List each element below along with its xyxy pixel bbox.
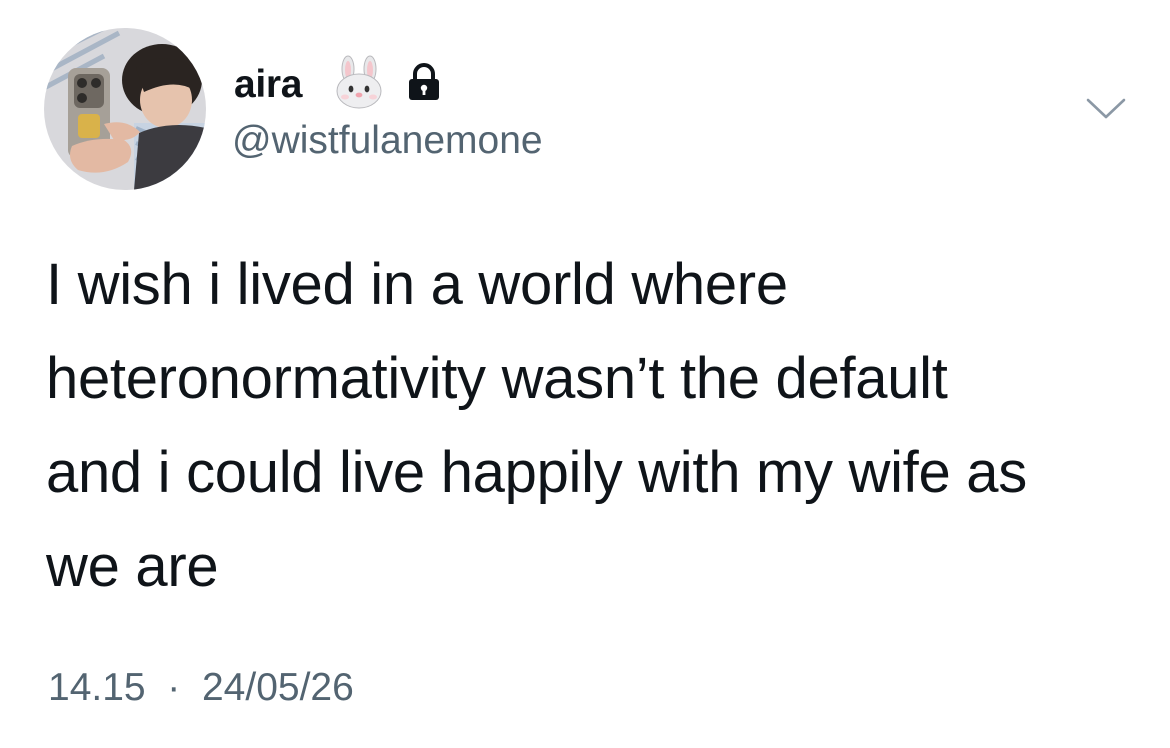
tweet-line: we are	[46, 534, 219, 599]
display-name[interactable]: aira	[234, 62, 303, 108]
meta-separator: ·	[167, 666, 181, 709]
tweet-date: 24/05/26	[201, 666, 354, 709]
rabbit-face-icon	[330, 55, 388, 109]
chevron-down-icon[interactable]	[1085, 96, 1127, 122]
tweet-line: I wish i lived in a world where	[46, 252, 788, 317]
tweet-timestamp[interactable]: 14.15 · 24/05/26	[48, 665, 354, 711]
user-handle[interactable]: @wistfulanemone	[232, 118, 543, 164]
tweet-text: I wish i lived in a world where heterono…	[46, 238, 1136, 614]
lock-icon	[404, 62, 444, 102]
tweet-line: heteronormativity wasn’t the default	[46, 346, 948, 411]
tweet-time: 14.15	[48, 666, 146, 709]
tweet-line: and i could live happily with my wife as	[46, 440, 1027, 505]
avatar[interactable]	[44, 28, 206, 190]
